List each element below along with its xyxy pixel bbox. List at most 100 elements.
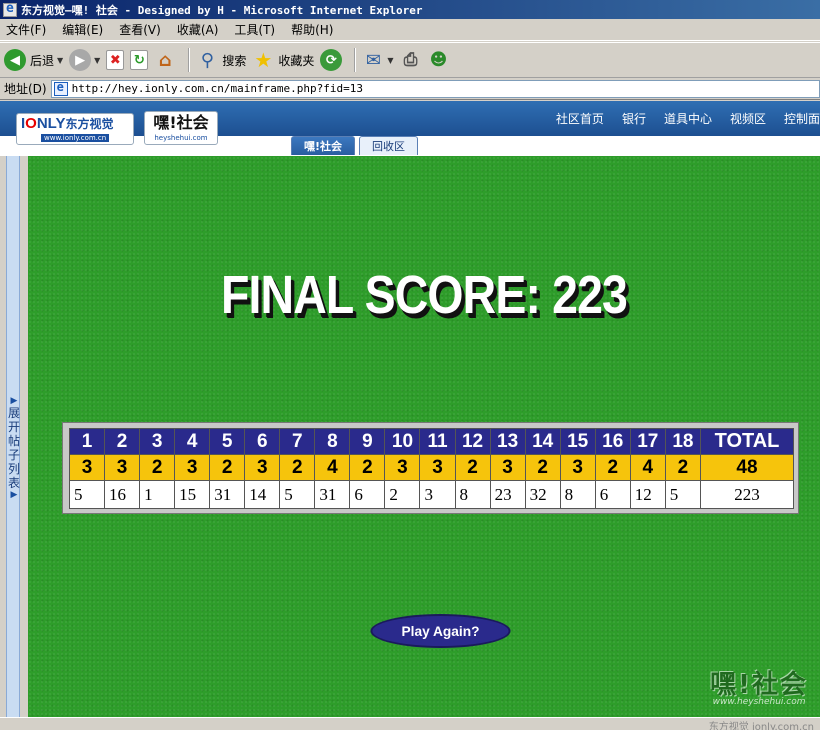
stroke-cell: 5 [68,480,106,509]
menu-bar: 文件(F) 编辑(E) 查看(V) 收藏(A) 工具(T) 帮助(H) [0,19,820,41]
refresh-button[interactable]: ↻ [130,46,149,74]
menu-view[interactable]: 查看(V) [119,21,161,38]
watermark-text: 嘿!社会 [710,670,808,700]
stroke-cell: 6 [349,480,386,509]
stroke-cell: 3 [419,480,456,509]
hole-number-row: 1 2 3 4 5 6 7 8 9 10 11 12 13 14 15 16 17 18 TOTAL [68,428,794,455]
hole-number-cell: 6 [244,428,281,455]
site-header: IONLY东方视觉 www.ionly.com.cn 嘿!社会 heyshehu… [0,101,820,156]
address-bar: 地址(D) http://hey.ionly.com.cn/mainframe.… [0,78,820,100]
window-title: 东方视觉—嘿! 社会 - Designed by H - Microsoft I… [21,3,423,17]
hole-number-cell: 14 [524,428,561,455]
print-button[interactable]: ⎙ [400,46,422,74]
search-button[interactable]: ⚲ 搜索 [196,46,247,74]
stroke-total-cell: 223 [700,480,794,509]
printer-icon: ⎙ [403,50,418,70]
history-button[interactable]: ⟳ [320,46,343,74]
hole-number-cell: 2 [104,428,141,455]
tab-recycle[interactable]: 回收区 [359,136,419,155]
hole-number-cell: 9 [349,428,386,455]
favorites-button[interactable]: ★ 收藏夹 [252,46,314,74]
stroke-cell: 23 [489,480,526,509]
nav-video[interactable]: 视频区 [730,110,766,127]
sidebar-toggle-label: 展开帖子列表 [7,406,20,490]
par-cell: 2 [454,454,491,481]
home-button[interactable]: ⌂ [154,46,176,74]
ionly-logo[interactable]: IONLY东方视觉 www.ionly.com.cn [16,113,134,145]
par-cell: 4 [314,454,351,481]
address-label: 地址(D) [4,82,47,96]
menu-tools[interactable]: 工具(T) [234,21,275,38]
heyshehui-watermark: 嘿!社会 www.heyshehui.com [710,664,808,707]
back-button[interactable]: ◀ 后退 ▼ [4,46,63,74]
stroke-cell: 5 [664,480,702,509]
menu-file[interactable]: 文件(F) [6,21,46,38]
stroke-cell: 8 [454,480,491,509]
home-icon: ⌂ [158,49,172,71]
status-bar: 东方视觉 ionly.com.cn [0,717,820,730]
par-cell: 2 [349,454,386,481]
tab-heyshehui[interactable]: 嘿!社会 [291,136,356,155]
par-cell: 3 [244,454,281,481]
hole-number-cell: 12 [454,428,491,455]
play-again-button[interactable]: Play Again? [370,614,511,648]
hole-number-cell: 5 [209,428,246,455]
heyshehui-logo-url: heyshehui.com [154,134,208,142]
hole-number-cell: 13 [489,428,526,455]
hole-number-cell: 15 [559,428,596,455]
nav-community-home[interactable]: 社区首页 [556,110,604,127]
forward-button[interactable]: ▶ ▼ [69,46,100,74]
sidebar-toggle-strip: ▶ 展开帖子列表 ▶ [0,156,28,717]
menu-favorites[interactable]: 收藏(A) [177,21,219,38]
chevron-down-icon[interactable]: ▼ [94,56,100,65]
ie-icon [3,1,17,17]
stroke-cell: 31 [209,480,246,509]
star-icon: ★ [254,48,273,72]
back-arrow-icon: ◀ [4,49,26,71]
watermark-url: www.heyshehui.com [712,697,806,707]
refresh-icon: ↻ [130,50,149,70]
stop-icon: ✖ [106,50,125,70]
mail-icon: ✉ [365,49,381,71]
mail-button[interactable]: ✉ ▼ [362,46,394,74]
toolbar-separator [354,48,357,72]
hole-number-cell: 8 [314,428,351,455]
window-title-bar[interactable]: 东方视觉—嘿! 社会 - Designed by H - Microsoft I… [0,0,820,19]
stroke-cell: 12 [629,480,666,509]
chevron-right-icon: ▶ [10,490,18,500]
stroke-cell: 8 [559,480,596,509]
sidebar-toggle[interactable]: ▶ 展开帖子列表 ▶ [6,156,20,717]
stop-button[interactable]: ✖ [106,46,125,74]
total-header-cell: TOTAL [700,428,794,455]
favorites-label: 收藏夹 [278,53,315,68]
hole-number-cell: 18 [664,428,702,455]
heyshehui-logo[interactable]: 嘿!社会 heyshehui.com [144,111,218,145]
nav-item-center[interactable]: 道具中心 [664,110,712,127]
chevron-down-icon[interactable]: ▼ [387,56,393,65]
stroke-cell: 15 [174,480,211,509]
menu-edit[interactable]: 编辑(E) [62,21,103,38]
par-cell: 3 [174,454,211,481]
par-cell: 2 [209,454,246,481]
search-icon: ⚲ [200,49,214,71]
chevron-down-icon[interactable]: ▼ [57,56,63,65]
stroke-cell: 14 [244,480,281,509]
stroke-row: 5 16 1 15 31 14 5 31 6 2 3 8 23 32 8 6 12 5 223 [68,480,794,509]
messenger-button[interactable]: ☻ [428,46,450,74]
nav-control-panel[interactable]: 控制面 [784,110,820,127]
stroke-cell: 32 [524,480,561,509]
menu-help[interactable]: 帮助(H) [291,21,333,38]
par-cell: 3 [489,454,526,481]
status-text: 东方视觉 ionly.com.cn [708,722,814,730]
final-score-heading: FINAL SCORE: 223 [220,265,628,325]
forum-tabs: 嘿!社会 回收区 [291,136,422,155]
address-input[interactable]: http://hey.ionly.com.cn/mainframe.php?fi… [50,79,820,98]
sidebar-toggle-text: ▶ 展开帖子列表 ▶ [7,396,21,500]
scorecard-table: 1 2 3 4 5 6 7 8 9 10 11 12 13 14 15 16 17 18 TOTAL 3323232… [68,428,794,509]
par-cell: 2 [139,454,176,481]
golf-game-area: FINAL SCORE: 223 1 2 3 4 5 6 7 8 9 10 11 12 13 14 15 16… [28,156,820,717]
par-cell: 2 [594,454,631,481]
par-total-cell: 48 [700,454,794,481]
nav-bank[interactable]: 银行 [622,110,646,127]
ionly-logo-url: www.ionly.com.cn [41,134,110,142]
